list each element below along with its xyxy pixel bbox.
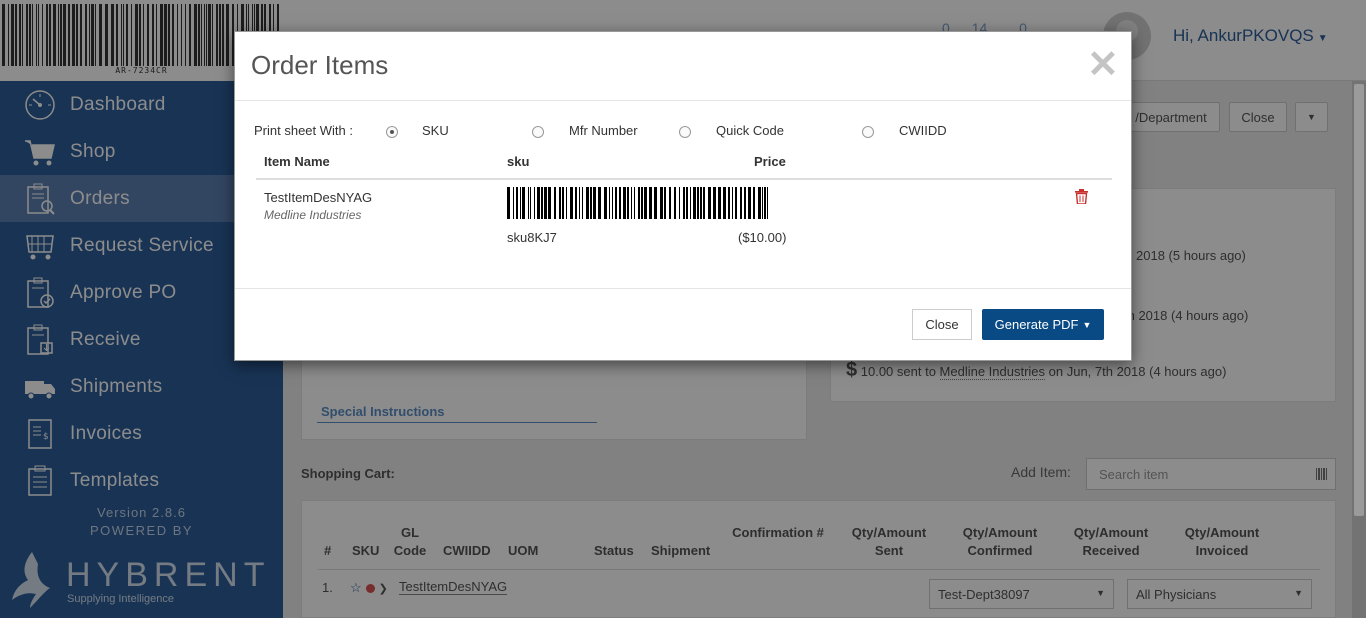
modal-title: Order Items [251,50,389,80]
radio-label: CWIIDD [899,123,947,138]
caret-down-icon: ▼ [1082,319,1092,330]
radio-cwiidd[interactable] [862,126,874,138]
sku-barcode-icon [507,187,768,219]
radio-sku[interactable] [386,126,398,138]
radio-label: Mfr Number [569,123,638,138]
scrollbar-thumb[interactable] [1354,84,1364,516]
column-header-price: Price [754,154,786,169]
close-button[interactable]: Close [912,309,972,340]
print-sheet-label: Print sheet With : [254,123,353,138]
order-items-modal: Order Items ✕ Print sheet With : SKU Mfr… [234,31,1132,361]
item-price: ($10.00) [738,230,787,245]
radio-quick-code[interactable] [679,126,691,138]
close-icon[interactable]: ✕ [1087,46,1119,84]
item-vendor: Medline Industries [264,208,362,222]
item-name: TestItemDesNYAG [264,190,373,205]
item-sku: sku8KJ7 [507,230,557,245]
divider [256,178,1112,180]
radio-label: Quick Code [716,123,784,138]
generate-pdf-button[interactable]: Generate PDF ▼ [982,309,1104,340]
column-header-sku: sku [507,154,530,169]
radio-label: SKU [422,123,449,138]
divider [235,288,1131,289]
modal-header: Order Items ✕ [235,32,1131,101]
radio-mfr-number[interactable] [532,126,544,138]
generate-pdf-label: Generate PDF [994,317,1079,332]
column-header-item-name: Item Name [264,154,330,169]
trash-icon[interactable] [1075,189,1088,204]
